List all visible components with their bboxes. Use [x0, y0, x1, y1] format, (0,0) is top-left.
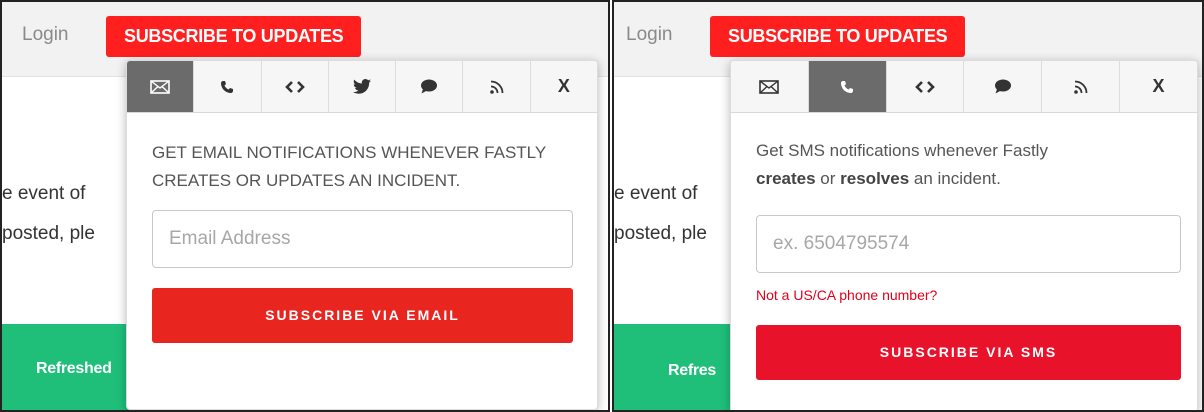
email-description: GET EMAIL NOTIFICATIONS WHENEVER FASTLY …	[152, 143, 546, 190]
close-icon: X	[557, 76, 570, 96]
background-text: e event of posted, ple	[614, 183, 707, 244]
background-text: e event of posted, ple	[2, 183, 95, 244]
tab-webhook[interactable]	[262, 61, 329, 112]
envelope-icon	[759, 79, 780, 94]
phone-icon	[841, 80, 854, 93]
subscribe-to-updates-button[interactable]: SUBSCRIBE TO UPDATES	[106, 16, 362, 57]
subscribe-tabs: X	[731, 61, 1197, 113]
rss-icon	[1073, 80, 1088, 94]
phone-number-input[interactable]	[756, 215, 1181, 273]
twitter-icon	[352, 79, 371, 94]
email-address-input[interactable]	[152, 210, 573, 268]
tab-chat[interactable]	[396, 61, 464, 112]
code-icon	[915, 80, 935, 93]
login-link[interactable]: Login	[626, 24, 673, 46]
popup-body: GET EMAIL NOTIFICATIONS WHENEVER FASTLY …	[127, 139, 597, 343]
subscribe-popup: X Get SMS notifications whenever Fastly …	[730, 60, 1198, 410]
subscribe-popup: X GET EMAIL NOTIFICATIONS WHENEVER FASTL…	[126, 60, 598, 410]
tab-email[interactable]	[731, 61, 809, 112]
tab-email[interactable]	[127, 61, 195, 112]
tab-sms[interactable]	[808, 61, 887, 112]
popup-body: Get SMS notifications whenever Fastly cr…	[731, 137, 1197, 380]
subscribe-tabs: X	[127, 61, 597, 113]
sms-description: Get SMS notifications whenever Fastly cr…	[756, 141, 1048, 188]
envelope-icon	[150, 79, 170, 94]
tab-chat[interactable]	[964, 61, 1043, 112]
subscribe-via-email-button[interactable]: SUBSCRIBE VIA EMAIL	[152, 288, 573, 343]
email-subscribe-panel: Login SUBSCRIBE TO UPDATES e event of po…	[0, 0, 610, 412]
close-tab[interactable]: X	[1120, 61, 1197, 112]
non-us-phone-link[interactable]: Not a US/CA phone number?	[756, 287, 1172, 303]
close-icon: X	[1152, 76, 1165, 96]
rss-icon	[489, 80, 503, 94]
tab-sms[interactable]	[194, 61, 262, 112]
tab-webhook[interactable]	[887, 61, 965, 112]
tab-rss[interactable]	[463, 61, 531, 112]
sms-subscribe-panel: Login SUBSCRIBE TO UPDATES e event of po…	[612, 0, 1204, 412]
tab-twitter[interactable]	[329, 61, 397, 112]
close-tab[interactable]: X	[531, 61, 597, 112]
login-link[interactable]: Login	[22, 24, 69, 46]
tab-rss[interactable]	[1042, 61, 1121, 112]
subscribe-via-sms-button[interactable]: SUBSCRIBE VIA SMS	[756, 325, 1181, 380]
subscribe-to-updates-button[interactable]: SUBSCRIBE TO UPDATES	[710, 16, 966, 57]
chat-bubble-icon	[994, 79, 1011, 94]
code-icon	[284, 80, 305, 93]
status-bar: Refreshed	[2, 324, 142, 410]
chat-bubble-icon	[421, 79, 438, 94]
phone-icon	[221, 80, 234, 93]
